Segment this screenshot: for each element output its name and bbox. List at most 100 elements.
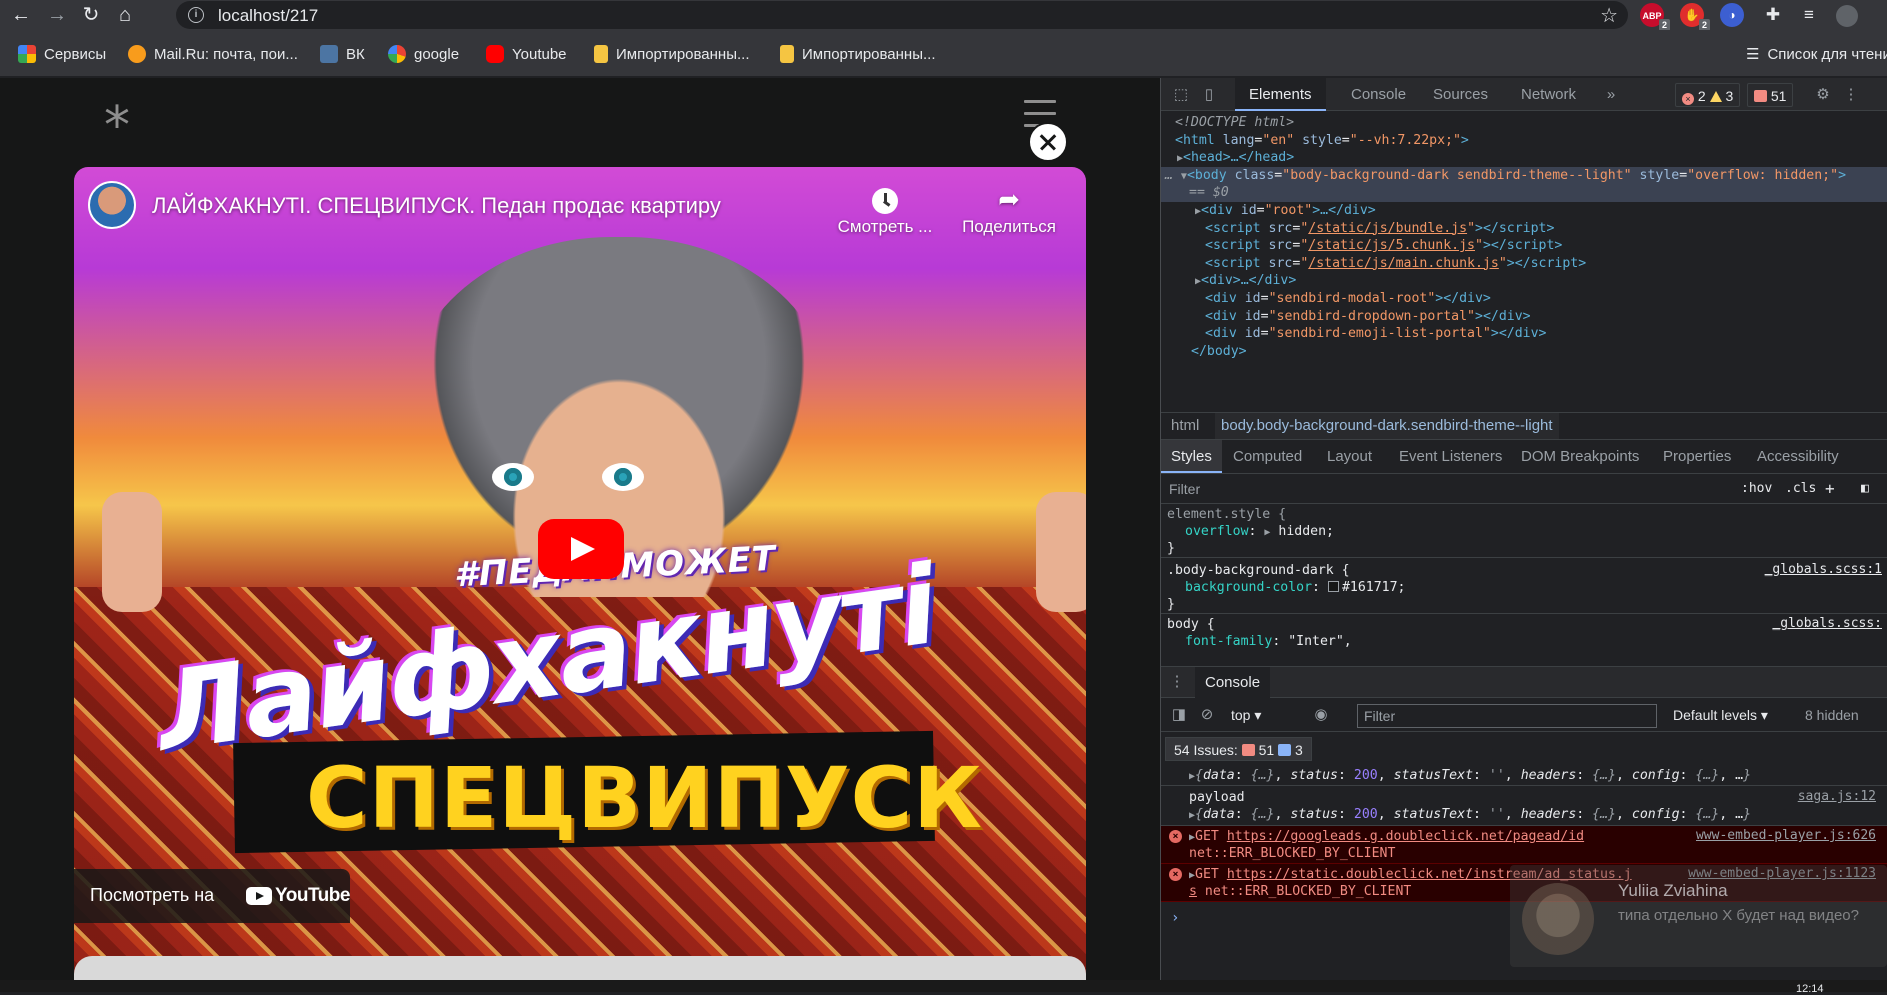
console-filter-input[interactable]: Filter (1357, 704, 1657, 728)
console-log-entry[interactable]: payload saga.js:12 ▶{data: {…}, status: … (1161, 766, 1887, 786)
adblock-icon[interactable]: ABP 2 (1640, 3, 1670, 31)
share-button[interactable]: ➦ Поделиться (954, 181, 1064, 237)
tab-console[interactable]: Console (1351, 78, 1406, 111)
styles-filter-input[interactable]: Filter (1165, 478, 1725, 500)
kebab-menu-icon[interactable]: ⋮ (1841, 85, 1861, 105)
site-logo[interactable]: * (104, 96, 130, 156)
dom-node-line[interactable]: <html lang="en" style="--vh:7.22px;"> (1161, 132, 1887, 150)
dom-node-line[interactable]: <div id="sendbird-dropdown-portal"></div… (1161, 308, 1887, 326)
clear-console-icon[interactable]: ⊘ (1197, 705, 1217, 725)
more-tabs-icon[interactable]: » (1601, 85, 1621, 105)
console-error-entry[interactable]: × ▶GET https://googleads.g.doubleclick.n… (1161, 826, 1887, 864)
dom-node-line[interactable]: <!DOCTYPE html> (1161, 114, 1887, 132)
toggle-sidebar-icon[interactable]: ◧ (1861, 478, 1869, 500)
reload-icon[interactable]: ↻ (78, 2, 104, 28)
address-bar[interactable]: i localhost/217 ☆ (176, 1, 1628, 29)
bookmark-star-icon[interactable]: ☆ (1600, 3, 1618, 28)
channel-avatar[interactable] (88, 181, 136, 229)
rule-declaration[interactable]: overflow: ▶ hidden; (1185, 523, 1334, 542)
dom-node-line[interactable]: <div id="sendbird-emoji-list-portal"></d… (1161, 325, 1887, 343)
bookmark-mailru[interactable]: Mail.Ru: почта, пои... (128, 44, 298, 64)
drawer-menu-icon[interactable]: ⋮ (1167, 672, 1187, 692)
log-source-link[interactable]: saga.js:12 (1798, 789, 1876, 804)
dom-node-line[interactable]: … ▼<body class="body-background-dark sen… (1161, 166, 1887, 185)
breadcrumb-html[interactable]: html (1171, 413, 1199, 439)
rule-declaration[interactable]: font-family: "Inter", (1185, 633, 1352, 651)
tab-accessibility[interactable]: Accessibility (1757, 440, 1839, 473)
class-toggle[interactable]: .cls (1785, 478, 1816, 500)
profile-avatar[interactable] (1834, 2, 1860, 28)
rule-selector[interactable]: .body-background-dark { (1167, 562, 1350, 580)
console-prompt-icon[interactable]: › (1171, 910, 1179, 926)
dom-node-line[interactable]: ▶<div id="root">…</div> (1161, 202, 1887, 220)
bookmark-vk[interactable]: ВК (320, 44, 365, 64)
inspect-element-icon[interactable]: ⬚ (1171, 85, 1191, 105)
media-control-icon[interactable]: ≡ (1796, 2, 1822, 28)
rule-selector[interactable]: element.style { (1167, 506, 1286, 524)
tab-sources[interactable]: Sources (1433, 78, 1488, 111)
drawer-tab-console[interactable]: Console (1195, 667, 1271, 698)
bookmark-google[interactable]: google (388, 44, 459, 64)
tab-network[interactable]: Network (1521, 78, 1576, 111)
forward-icon[interactable]: → (44, 2, 70, 28)
issues-button[interactable]: 54 Issues: 51 3 (1165, 737, 1312, 761)
breadcrumb-body[interactable]: body.body-background-dark.sendbird-theme… (1215, 413, 1559, 439)
dom-node-line[interactable]: <div id="sendbird-modal-root"></div> (1161, 290, 1887, 308)
reading-list[interactable]: ☰ Список для чтения (1746, 44, 1887, 64)
dom-node-line[interactable]: </body> (1161, 343, 1887, 361)
context-selector[interactable]: top ▾ (1231, 705, 1291, 725)
play-button[interactable] (538, 519, 624, 579)
site-info-icon[interactable]: i (188, 7, 204, 23)
error-source-link[interactable]: www-embed-player.js:626 (1696, 828, 1876, 843)
dom-node-line[interactable]: <script src="/static/js/5.chunk.js"></sc… (1161, 237, 1887, 255)
tab-computed[interactable]: Computed (1233, 440, 1302, 473)
dom-node-line[interactable]: <script src="/static/js/main.chunk.js"><… (1161, 255, 1887, 273)
tab-event-listeners[interactable]: Event Listeners (1399, 440, 1502, 473)
bookmark-youtube[interactable]: Youtube (486, 44, 567, 64)
console-log-entry[interactable]: payload saga.js:12 ▶{data: {…}, status: … (1161, 786, 1887, 826)
youtube-embed-player[interactable]: ЛАЙФХАКНУТІ. СПЕЦВИПУСК. Педан продає кв… (74, 167, 1086, 992)
hover-state-toggle[interactable]: :hov (1741, 478, 1772, 500)
device-toolbar-icon[interactable]: ▯ (1199, 85, 1219, 105)
tab-elements[interactable]: Elements (1235, 78, 1326, 111)
extensions-puzzle-icon[interactable]: ✚ (1760, 2, 1786, 28)
dom-node-line[interactable]: ▶<div>…</div> (1161, 272, 1887, 290)
error-warning-counter[interactable]: × 2 3 (1675, 83, 1741, 107)
watch-later-button[interactable]: Смотреть ... (830, 181, 940, 237)
chat-notification[interactable]: Yuliia Zviahina типа отдельно X будет на… (1510, 865, 1887, 967)
youtube-logo-text: YouTube (275, 885, 350, 906)
back-icon[interactable]: ← (8, 2, 34, 28)
video-title[interactable]: ЛАЙФХАКНУТІ. СПЕЦВИПУСК. Педан продає кв… (152, 193, 721, 219)
tab-layout[interactable]: Layout (1327, 440, 1372, 473)
console-sidebar-icon[interactable]: ◨ (1169, 705, 1189, 725)
settings-gear-icon[interactable]: ⚙ (1813, 85, 1833, 105)
home-icon[interactable]: ⌂ (112, 2, 138, 28)
dom-node-line[interactable]: ▶<head>…</head> (1161, 149, 1887, 167)
rule-declaration[interactable]: background-color: #161717; (1185, 579, 1405, 597)
address-url[interactable]: localhost/217 (218, 6, 318, 26)
rule-selector[interactable]: body { (1167, 616, 1215, 634)
log-object[interactable]: ▶{data: {…}, status: 200, statusText: ''… (1189, 767, 1751, 786)
log-object[interactable]: ▶{data: {…}, status: 200, statusText: ''… (1189, 806, 1751, 825)
dom-node-line[interactable]: <script src="/static/js/bundle.js"></scr… (1161, 220, 1887, 238)
adblock-plus-icon[interactable]: ✋ 2 (1680, 3, 1710, 31)
watch-on-youtube-button[interactable]: Посмотреть на YouTube (74, 869, 350, 923)
live-expression-eye-icon[interactable]: ◉ (1311, 705, 1331, 725)
color-swatch[interactable] (1327, 581, 1339, 592)
error-url[interactable]: https://googleads.g.doubleclick.net/page… (1227, 829, 1584, 844)
vpn-icon[interactable]: ◑ (1720, 3, 1744, 27)
bookmark-folder-imported-2[interactable]: Импортированны... (780, 44, 936, 64)
rule-source-link[interactable]: _globals.scss:1 (1765, 562, 1882, 577)
rule-source-link[interactable]: _globals.scss: (1772, 616, 1882, 631)
tab-properties[interactable]: Properties (1663, 440, 1731, 473)
issues-counter[interactable]: 51 (1747, 83, 1794, 107)
close-modal-button[interactable] (1028, 122, 1068, 162)
log-levels-dropdown[interactable]: Default levels ▾ (1673, 705, 1783, 725)
os-taskbar (0, 980, 1887, 992)
dom-node-line[interactable]: == $0 (1161, 184, 1887, 203)
tab-styles[interactable]: Styles (1161, 440, 1222, 473)
new-rule-icon[interactable]: + (1825, 478, 1835, 500)
bookmark-folder-imported-1[interactable]: Импортированны... (594, 44, 750, 64)
bookmark-services[interactable]: Сервисы (18, 44, 106, 64)
tab-dom-breakpoints[interactable]: DOM Breakpoints (1521, 440, 1639, 473)
